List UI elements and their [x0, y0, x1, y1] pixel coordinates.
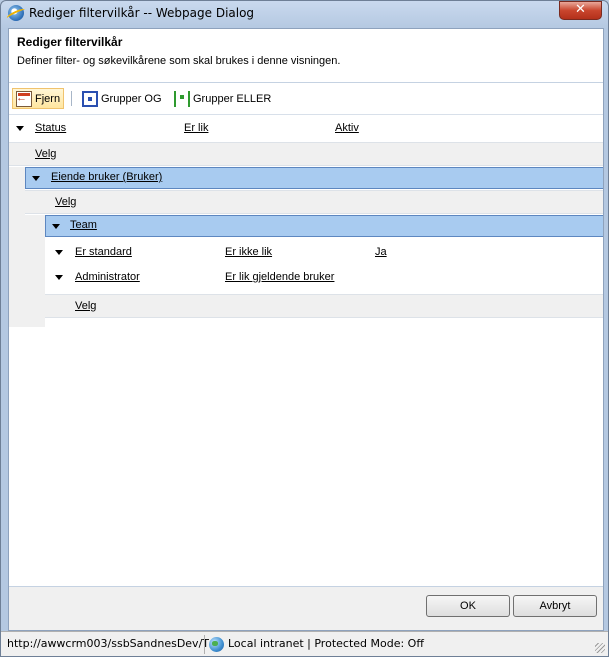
- add-condition-row: Velg: [25, 190, 603, 214]
- security-zone: Local intranet | Protected Mode: Off: [228, 637, 424, 650]
- condition-value[interactable]: Aktiv: [335, 122, 359, 134]
- group-label[interactable]: Team: [70, 219, 97, 231]
- condition-row-status: Status Er lik Aktiv: [9, 117, 603, 139]
- row-menu-arrow-icon[interactable]: [55, 250, 63, 255]
- condition-operator[interactable]: Er lik: [184, 122, 208, 134]
- group-header-owner: Eiende bruker (Bruker): [25, 167, 603, 189]
- window-title: Rediger filtervilkår -- Webpage Dialog: [29, 6, 255, 20]
- filter-grid: Status Er lik Aktiv Velg Eiende bruker (…: [9, 114, 603, 564]
- group-menu-arrow-icon[interactable]: [52, 224, 60, 229]
- condition-field[interactable]: Status: [35, 122, 66, 134]
- toolbar-divider: [71, 91, 72, 106]
- cancel-button[interactable]: Avbryt: [513, 595, 597, 617]
- ie-icon: [8, 5, 24, 21]
- dialog-header: Rediger filtervilkår Definer filter- og …: [9, 29, 603, 73]
- group-header-team: Team: [45, 215, 603, 237]
- globe-icon: [209, 637, 224, 652]
- remove-label: Fjern: [35, 92, 61, 105]
- condition-field[interactable]: Administrator: [75, 271, 140, 283]
- group-or-label: Grupper ELLER: [193, 92, 272, 105]
- filter-toolbar: Fjern Grupper OG Grupper ELLER: [9, 82, 603, 112]
- group-or-icon: [174, 90, 190, 107]
- dialog-subtitle: Definer filter- og søkevilkårene som ska…: [17, 55, 341, 67]
- dialog-title: Rediger filtervilkår: [17, 35, 123, 49]
- condition-value[interactable]: Ja: [375, 246, 387, 258]
- group-and-icon: [82, 90, 98, 107]
- condition-field[interactable]: Er standard: [75, 246, 132, 258]
- add-condition-row: Velg: [45, 294, 603, 318]
- row-menu-arrow-icon[interactable]: [16, 126, 24, 131]
- dialog-window: Rediger filtervilkår -- Webpage Dialog ✕…: [0, 0, 609, 657]
- dialog-footer: OK Avbryt: [9, 586, 603, 630]
- group-indent: [9, 167, 25, 327]
- remove-button[interactable]: Fjern: [12, 88, 65, 109]
- condition-operator[interactable]: Er ikke lik: [225, 246, 272, 258]
- condition-row-administrator: Administrator Er lik gjeldende bruker: [45, 266, 603, 288]
- group-or-button[interactable]: Grupper ELLER: [171, 88, 274, 109]
- group-menu-arrow-icon[interactable]: [32, 176, 40, 181]
- group-label[interactable]: Eiende bruker (Bruker): [51, 171, 162, 183]
- group-and-label: Grupper OG: [101, 92, 162, 105]
- add-condition-row: Velg: [9, 142, 603, 166]
- close-button[interactable]: ✕: [559, 1, 602, 20]
- row-menu-arrow-icon[interactable]: [55, 275, 63, 280]
- condition-row-default: Er standard Er ikke lik Ja: [45, 241, 603, 263]
- status-url: http://awwcrm003/ssbSandnesDev/T: [7, 637, 209, 650]
- ok-button[interactable]: OK: [426, 595, 510, 617]
- dialog-content: Rediger filtervilkår Definer filter- og …: [8, 28, 604, 631]
- select-field-link[interactable]: Velg: [75, 300, 96, 312]
- title-bar[interactable]: Rediger filtervilkår -- Webpage Dialog ✕: [1, 1, 608, 27]
- select-field-link[interactable]: Velg: [35, 148, 56, 160]
- group-indent: [25, 215, 45, 327]
- group-and-button[interactable]: Grupper OG: [79, 88, 165, 109]
- select-field-link[interactable]: Velg: [55, 196, 76, 208]
- resize-grip-icon[interactable]: [595, 643, 605, 653]
- remove-icon: [16, 90, 32, 107]
- condition-operator[interactable]: Er lik gjeldende bruker: [225, 271, 334, 283]
- status-bar: http://awwcrm003/ssbSandnesDev/T Local i…: [1, 631, 608, 656]
- status-divider: [204, 635, 205, 654]
